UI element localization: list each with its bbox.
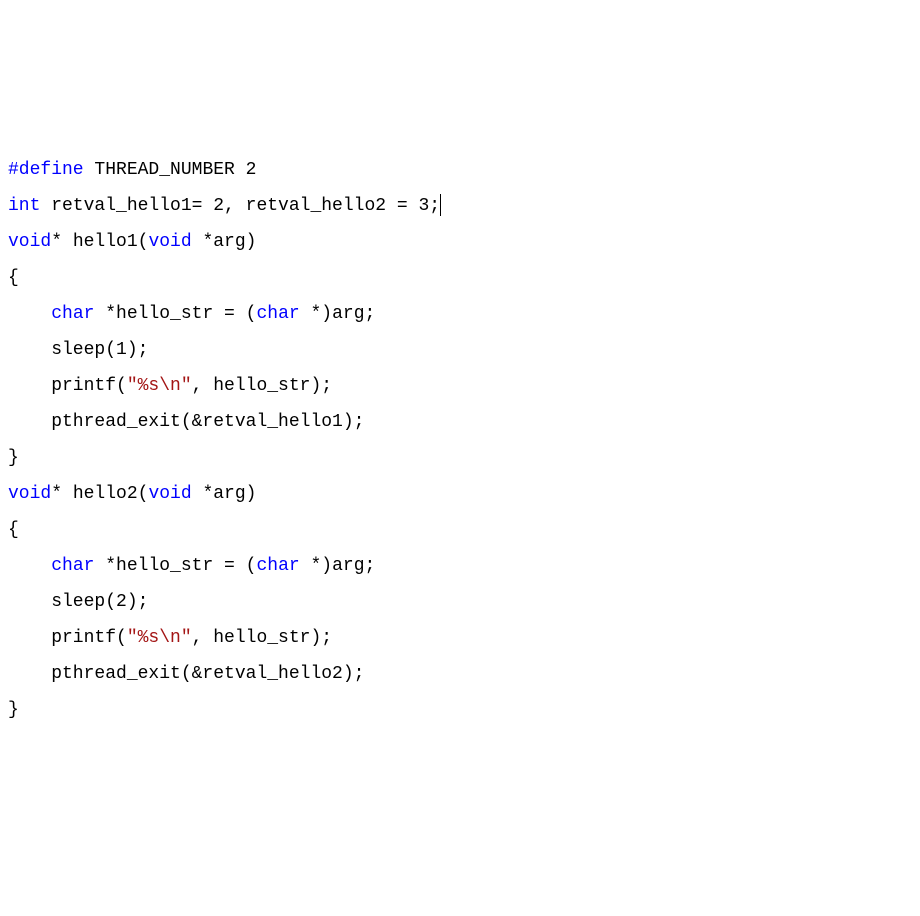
code-line-3: void* hello1(void *arg) <box>8 224 912 260</box>
keyword-char: char <box>256 556 299 576</box>
keyword-char: char <box>256 304 299 324</box>
code-line-7: printf("%s\n", hello_str); <box>8 368 912 404</box>
code-line-1: #define THREAD_NUMBER 2 <box>8 152 912 188</box>
preproc-define: #define <box>8 160 84 180</box>
keyword-void: void <box>148 484 191 504</box>
keyword-void: void <box>8 232 51 252</box>
code-line-6: sleep(1); <box>8 332 912 368</box>
code-text: * hello2( <box>51 484 148 504</box>
code-text: *arg) <box>192 232 257 252</box>
string-literal: "%s\n" <box>127 628 192 648</box>
code-block: #define THREAD_NUMBER 2int retval_hello1… <box>8 152 912 728</box>
text-cursor-icon <box>440 194 441 216</box>
code-line-9: } <box>8 440 912 476</box>
code-text: THREAD_NUMBER 2 <box>84 160 257 180</box>
code-line-8: pthread_exit(&retval_hello1); <box>8 404 912 440</box>
keyword-void: void <box>148 232 191 252</box>
code-text: pthread_exit(&retval_hello2); <box>8 664 364 684</box>
code-text: , hello_str); <box>192 628 332 648</box>
code-text: sleep(2); <box>8 592 148 612</box>
code-indent <box>8 556 51 576</box>
code-line-14: printf("%s\n", hello_str); <box>8 620 912 656</box>
code-text: *arg) <box>192 484 257 504</box>
code-text: , hello_str); <box>192 376 332 396</box>
code-text: pthread_exit(&retval_hello1); <box>8 412 364 432</box>
code-line-2: int retval_hello1= 2, retval_hello2 = 3; <box>8 188 912 224</box>
keyword-char: char <box>51 556 94 576</box>
code-text: retval_hello1= 2, retval_hello2 = 3; <box>40 196 440 216</box>
code-line-4: { <box>8 260 912 296</box>
code-text: printf( <box>8 376 127 396</box>
code-line-5: char *hello_str = (char *)arg; <box>8 296 912 332</box>
code-text: *hello_str = ( <box>94 556 256 576</box>
keyword-void: void <box>8 484 51 504</box>
code-line-11: { <box>8 512 912 548</box>
code-line-15: pthread_exit(&retval_hello2); <box>8 656 912 692</box>
keyword-char: char <box>51 304 94 324</box>
code-text: sleep(1); <box>8 340 148 360</box>
code-text: } <box>8 448 19 468</box>
string-literal: "%s\n" <box>127 376 192 396</box>
code-line-16: } <box>8 692 912 728</box>
code-text: { <box>8 520 19 540</box>
code-indent <box>8 304 51 324</box>
code-text: * hello1( <box>51 232 148 252</box>
code-text: } <box>8 700 19 720</box>
code-text: printf( <box>8 628 127 648</box>
code-line-12: char *hello_str = (char *)arg; <box>8 548 912 584</box>
code-text: *)arg; <box>300 556 376 576</box>
code-text: *)arg; <box>300 304 376 324</box>
code-line-10: void* hello2(void *arg) <box>8 476 912 512</box>
code-text: { <box>8 268 19 288</box>
keyword-int: int <box>8 196 40 216</box>
code-line-13: sleep(2); <box>8 584 912 620</box>
code-text: *hello_str = ( <box>94 304 256 324</box>
